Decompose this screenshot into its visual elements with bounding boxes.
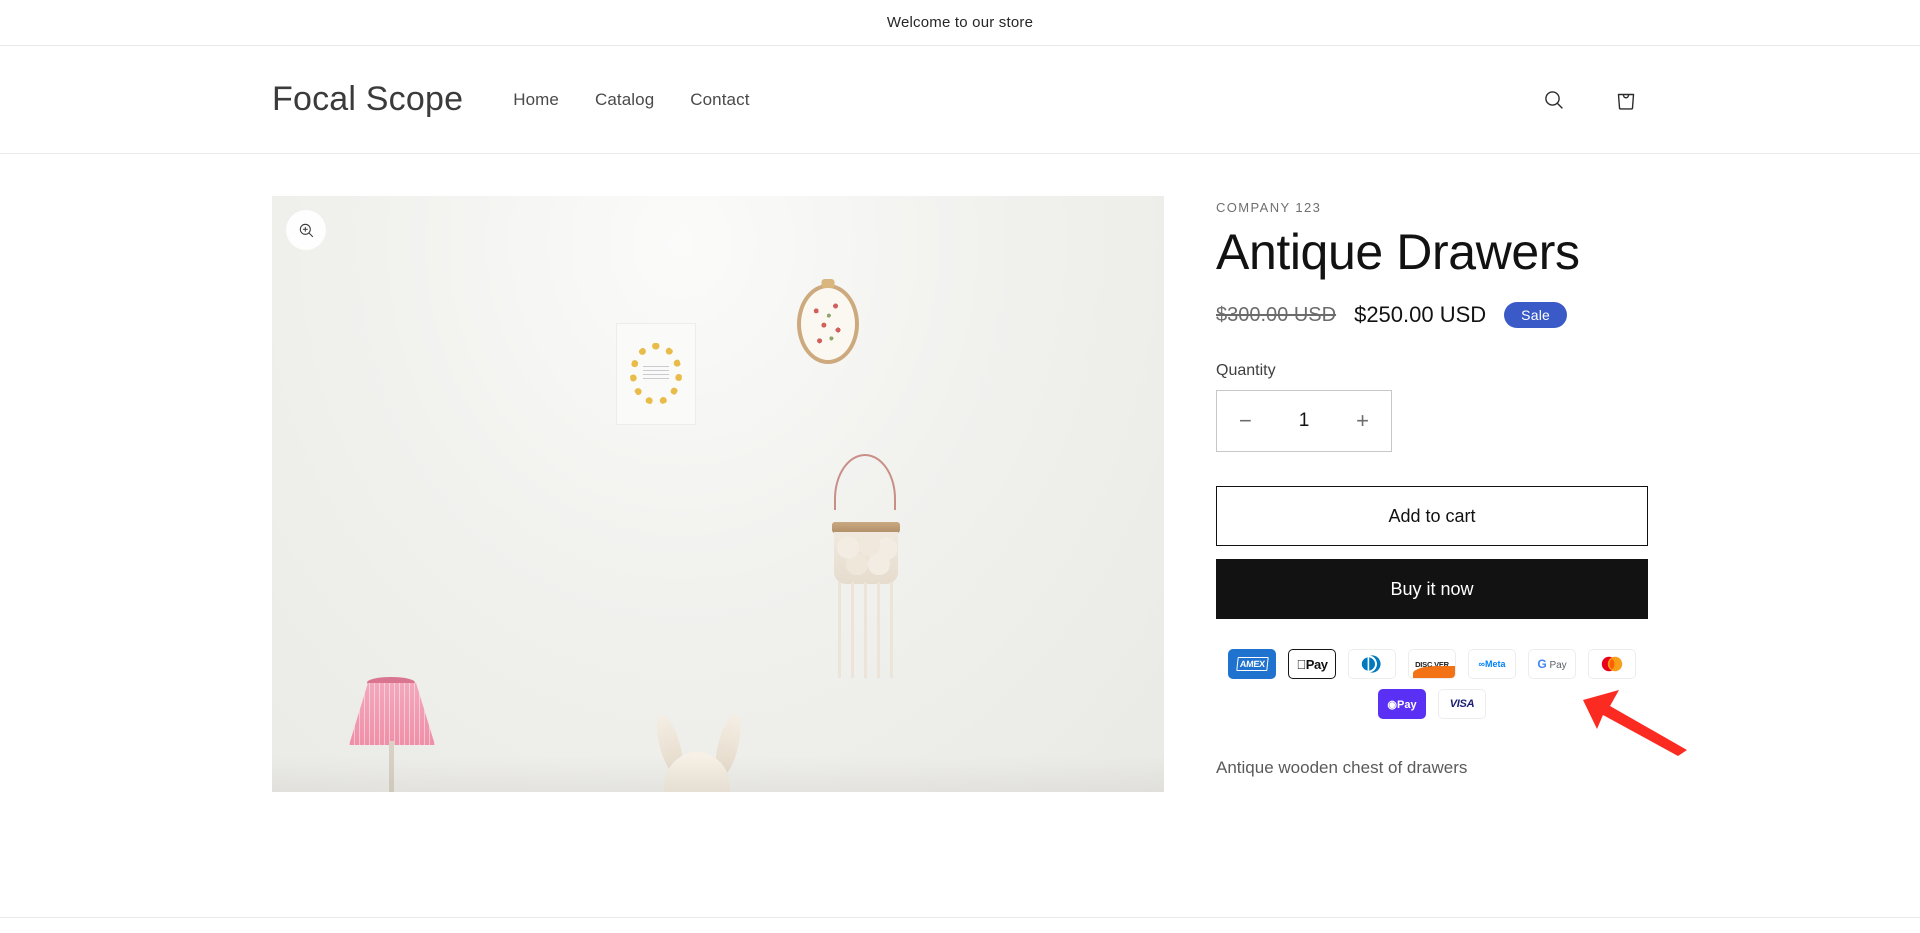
quantity-increase-button[interactable]: +	[1356, 410, 1369, 432]
payment-icon-discover: DISC VER	[1408, 649, 1456, 679]
payment-icon-meta-pay: ∞Meta	[1468, 649, 1516, 679]
scene-macrame-body	[834, 532, 898, 584]
footer-divider	[0, 917, 1920, 918]
zoom-in-icon	[299, 223, 313, 237]
product-description: Antique wooden chest of drawers	[1216, 758, 1468, 777]
scene-wall-art-print	[617, 324, 695, 424]
announcement-text: Welcome to our store	[886, 14, 1034, 31]
payment-icon-google-pay: G Pay	[1528, 649, 1576, 679]
product-page: Welcome to our store Focal Scope Home Ca…	[0, 0, 1920, 933]
nav-link-catalog[interactable]: Catalog	[595, 90, 654, 110]
announcement-bar: Welcome to our store	[0, 0, 1920, 46]
scene-embroidery-hoop	[797, 284, 859, 364]
payment-icon-mastercard	[1588, 649, 1636, 679]
product-info: COMPANY 123 Antique Drawers $300.00 USD …	[1216, 196, 1648, 781]
main-navigation: Home Catalog Contact	[513, 90, 749, 110]
payment-icons-list: AMEX Pay DISC VER ∞Meta	[1216, 649, 1648, 719]
site-header: Focal Scope Home Catalog Contact	[0, 46, 1920, 154]
mastercard-glyph	[1601, 656, 1623, 672]
page-title: Antique Drawers	[1216, 224, 1580, 280]
nav-link-home[interactable]: Home	[513, 90, 559, 110]
current-price: $250.00 USD	[1354, 302, 1487, 327]
site-logo[interactable]: Focal Scope	[272, 80, 463, 119]
scene-macrame-fringe	[838, 582, 896, 678]
header-actions	[1532, 78, 1648, 122]
cart-button[interactable]	[1604, 78, 1648, 122]
payment-icon-visa: VISA	[1438, 689, 1486, 719]
payment-icon-apple-pay: Pay	[1288, 649, 1336, 679]
search-button[interactable]	[1532, 78, 1576, 122]
compare-at-price: $300.00 USD	[1216, 303, 1337, 326]
product-main: COMPANY 123 Antique Drawers $300.00 USD …	[0, 154, 1920, 792]
add-to-cart-button[interactable]: Add to cart	[1216, 486, 1648, 546]
payment-icon-diners-club	[1348, 649, 1396, 679]
scene-wreath-text	[643, 366, 669, 382]
payment-icon-amex: AMEX	[1228, 649, 1276, 679]
cart-icon	[1617, 93, 1635, 110]
nav-link-contact[interactable]: Contact	[690, 90, 749, 110]
status-badge: Sale	[1504, 302, 1567, 328]
product-vendor: COMPANY 123	[1216, 200, 1322, 215]
price-row: $300.00 USD $250.00 USD Sale	[1216, 302, 1648, 328]
scene-hoop-pattern	[807, 294, 849, 354]
product-image[interactable]	[272, 196, 1164, 792]
quantity-stepper[interactable]: − 1 +	[1216, 390, 1392, 452]
zoom-in-button[interactable]	[286, 210, 326, 250]
quantity-value[interactable]: 1	[1299, 410, 1310, 432]
quantity-label: Quantity	[1216, 362, 1276, 379]
product-gallery	[272, 196, 1164, 792]
payment-icon-shop-pay: ◉Pay	[1378, 689, 1426, 719]
diners-club-glyph	[1359, 655, 1381, 673]
quantity-decrease-button[interactable]: −	[1239, 410, 1252, 432]
search-icon	[1545, 90, 1563, 109]
scene-floor-shadow	[272, 756, 1164, 792]
buy-it-now-button[interactable]: Buy it now	[1216, 559, 1648, 619]
